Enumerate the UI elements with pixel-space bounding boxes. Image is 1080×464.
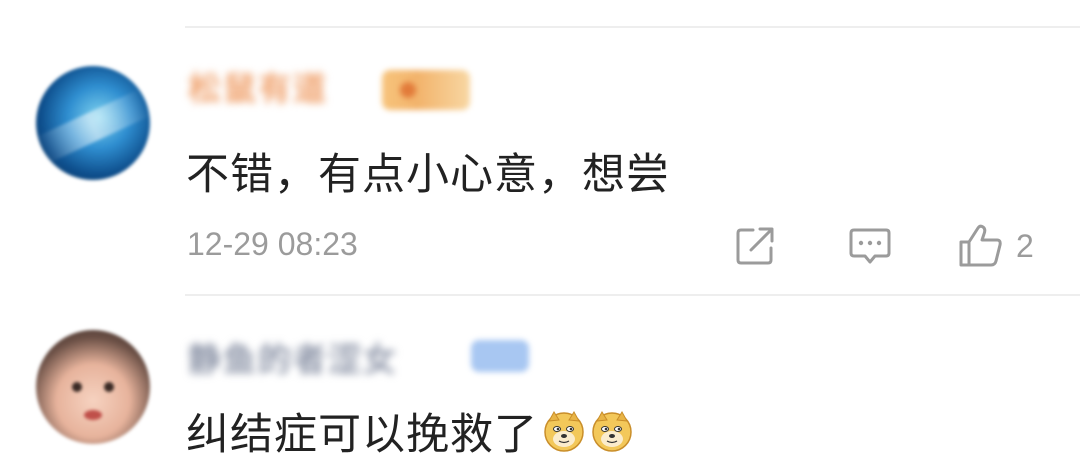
share-icon <box>736 227 774 265</box>
comment-icon <box>849 228 891 264</box>
doge-emoji <box>544 411 584 452</box>
like-button[interactable]: 2 <box>958 224 1034 268</box>
comment-text: 不错，有点小心意，想尝 <box>186 150 670 200</box>
member-badge <box>471 340 529 372</box>
comment-divider-top <box>185 26 1080 28</box>
share-button[interactable] <box>734 224 776 268</box>
doge-emoji <box>592 411 632 452</box>
comment-text-row: 纠结症可以挽救了 <box>186 400 634 462</box>
reply-button[interactable] <box>848 224 892 268</box>
comment-timestamp: 12-29 08:23 <box>187 226 358 262</box>
comment-divider <box>185 294 1080 296</box>
comment-actions: 12-29 08:23 2 <box>0 222 1080 272</box>
username[interactable]: 静鱼的者涩女 <box>188 338 398 382</box>
comment-text: 纠结症可以挽救了 <box>186 410 538 460</box>
thumbs-up-icon <box>959 224 1002 267</box>
avatar[interactable] <box>36 66 150 180</box>
member-badge <box>382 70 470 110</box>
username[interactable]: 松鼠有道 <box>188 67 328 111</box>
like-count: 2 <box>1016 227 1034 264</box>
avatar[interactable] <box>36 330 150 444</box>
